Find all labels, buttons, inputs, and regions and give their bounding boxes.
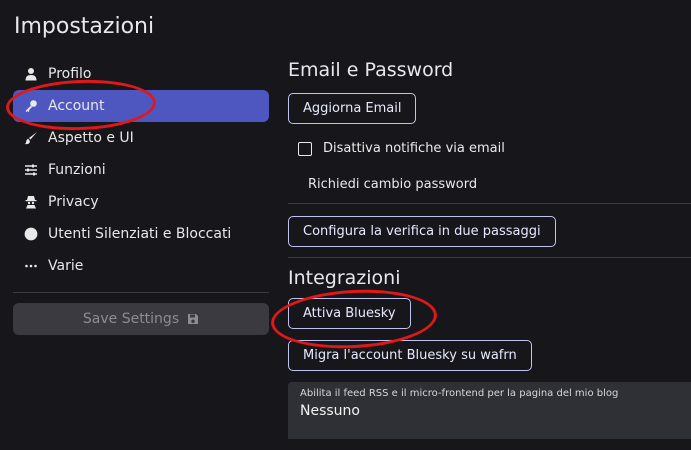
sidebar-item-label: Utenti Silenziati e Bloccati: [48, 226, 232, 242]
settings-sidebar: Profilo Account Aspetto e UI Funzioni Pr: [13, 58, 269, 335]
disable-email-notifications-row[interactable]: Disattiva notifiche via email: [298, 141, 691, 156]
integrations-section-title: Integrazioni: [288, 267, 401, 289]
activate-bluesky-button[interactable]: Attiva Bluesky: [288, 298, 411, 329]
sidebar-item-varie[interactable]: Varie: [13, 250, 269, 282]
section-divider: [288, 203, 691, 204]
settings-main: Email e Password Aggiorna Email Disattiv…: [288, 58, 691, 439]
sidebar-item-account[interactable]: Account: [13, 90, 269, 122]
rss-feed-select-value: Nessuno: [300, 403, 360, 419]
sidebar-item-label: Profilo: [48, 66, 92, 82]
sidebar-item-label: Account: [48, 98, 105, 114]
update-email-button[interactable]: Aggiorna Email: [288, 93, 417, 124]
brush-icon: [24, 131, 38, 145]
sidebar-item-utenti-silenziati[interactable]: Utenti Silenziati e Bloccati: [13, 218, 269, 250]
email-section-title: Email e Password: [288, 59, 454, 81]
request-password-change-link[interactable]: Richiedi cambio password: [308, 177, 691, 192]
sidebar-item-label: Funzioni: [48, 162, 106, 178]
sidebar-item-label: Varie: [48, 258, 84, 274]
save-settings-button[interactable]: Save Settings: [13, 303, 269, 335]
save-settings-label: Save Settings: [82, 311, 180, 327]
sidebar-item-funzioni[interactable]: Funzioni: [13, 154, 269, 186]
user-icon: [24, 67, 38, 81]
disable-email-notifications-label: Disattiva notifiche via email: [323, 141, 505, 156]
spy-icon: [24, 195, 38, 209]
rss-feed-select[interactable]: Abilita il feed RSS e il micro-frontend …: [288, 382, 691, 439]
sidebar-item-label: Aspetto e UI: [48, 130, 134, 146]
disable-email-notifications-checkbox[interactable]: [298, 141, 312, 156]
migrate-bluesky-button[interactable]: Migra l'account Bluesky su wafrn: [288, 340, 532, 371]
sidebar-item-privacy[interactable]: Privacy: [13, 186, 269, 218]
settings-page: Impostazioni Profilo Account Aspetto e U…: [0, 0, 691, 450]
sidebar-divider: [13, 292, 269, 293]
page-title: Impostazioni: [14, 14, 155, 39]
key-icon: [24, 99, 38, 113]
section-divider: [288, 257, 691, 258]
configure-2fa-button[interactable]: Configura la verifica in due passaggi: [288, 216, 556, 247]
sidebar-item-label: Privacy: [48, 194, 99, 210]
sidebar-item-aspetto[interactable]: Aspetto e UI: [13, 122, 269, 154]
rss-feed-select-label: Abilita il feed RSS e il micro-frontend …: [300, 388, 619, 399]
ban-icon: [24, 227, 38, 241]
sidebar-item-profilo[interactable]: Profilo: [13, 58, 269, 90]
floppy-disk-icon: [188, 314, 199, 324]
sliders-icon: [24, 163, 38, 177]
ellipsis-icon: [24, 259, 38, 273]
